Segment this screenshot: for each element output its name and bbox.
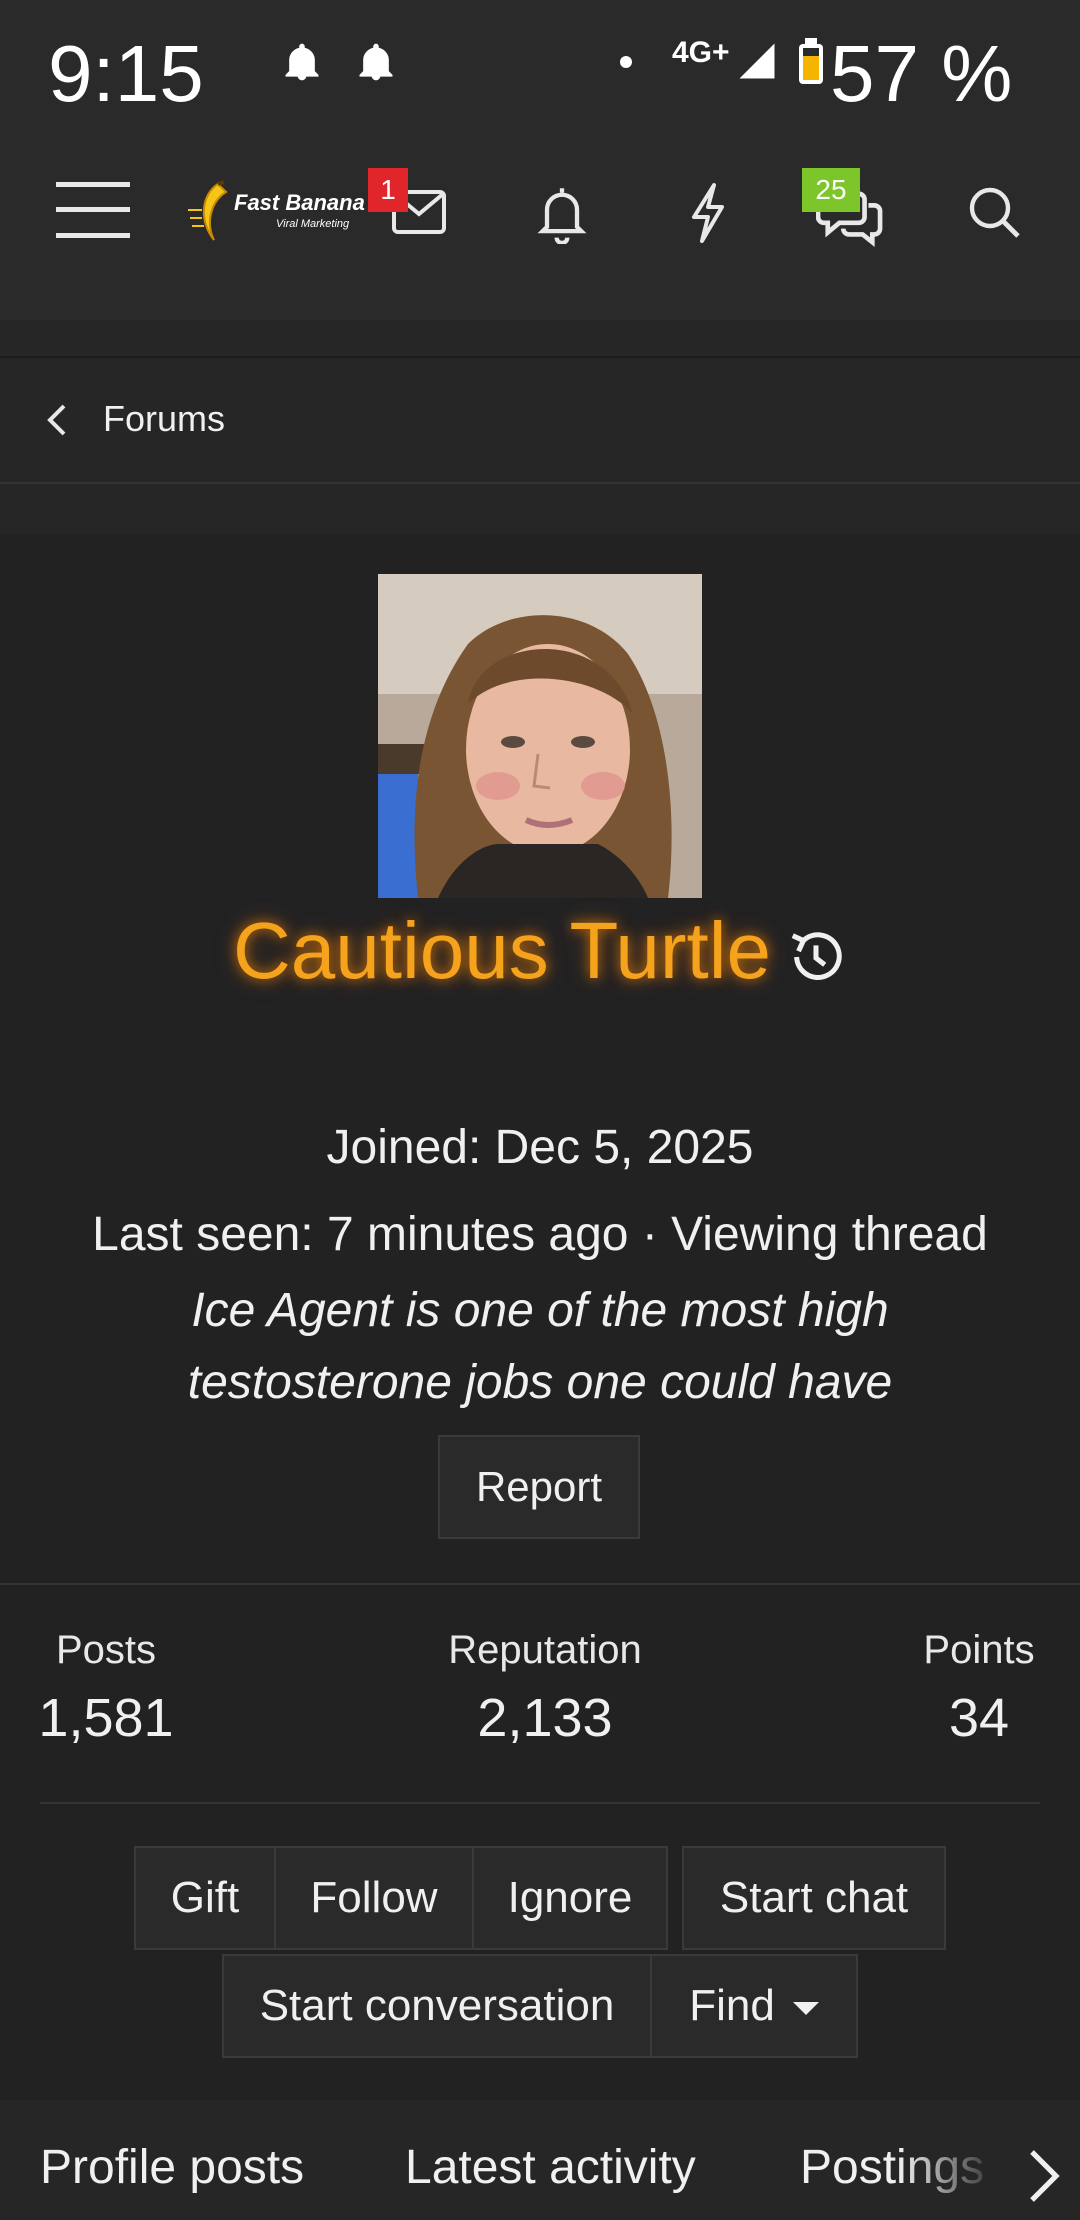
chevron-left-icon [47,404,66,436]
follow-button[interactable]: Follow [274,1846,474,1950]
ignore-button[interactable]: Ignore [472,1846,668,1950]
report-button[interactable]: Report [438,1435,640,1539]
tab-profile-posts[interactable]: Profile posts [40,2140,304,2195]
breadcrumb-forums[interactable]: Forums [103,398,225,440]
last-seen: Last seen: 7 minutes ago · Viewing threa… [92,1208,988,1261]
start-conversation-button[interactable]: Start conversation [222,1954,652,2058]
divider [0,1583,1080,1585]
find-dropdown[interactable]: Find [650,1954,858,2058]
stat-label: Reputation [448,1628,642,1672]
stat-points[interactable]: Points 34 [900,1628,1058,1749]
profile-tabs: Profile posts Latest activity Postings [0,2100,1080,2220]
network-type: 4G+ [672,36,730,69]
logo-subtext: Viral Marketing [276,218,350,230]
chevron-right-icon[interactable] [1026,2148,1062,2204]
stat-label: Posts [55,1628,157,1672]
notification-bell-icon [285,43,319,81]
caret-down-icon [792,2001,819,2015]
section-separator [0,484,1080,534]
battery-icon [799,38,823,84]
stat-label: Points [923,1628,1035,1672]
username-text: Cautious Turtle [232,906,772,995]
history-icon[interactable] [785,926,847,988]
signal-icon [739,43,775,79]
username: Cautious Turtle [0,905,1080,997]
stat-value: 1,581 [38,1688,174,1748]
joined-date: Joined: Dec 5, 2025 [326,1121,754,1174]
stat-posts[interactable]: Posts 1,581 [30,1628,182,1749]
lightning-icon[interactable] [688,182,728,244]
dot-indicator [620,56,632,68]
bell-icon[interactable] [536,184,588,244]
status-time: 9:15 [48,34,204,108]
menu-icon[interactable] [56,180,130,240]
logo-text: Fast Banana [234,190,365,215]
battery-percent: 57 % [830,34,1013,108]
nav-separator [0,320,1080,358]
site-logo[interactable]: Fast Banana Viral Marketing [188,180,365,246]
chat-badge: 25 [802,168,860,212]
top-navbar: Fast Banana Viral Marketing 1 25 [0,128,1080,320]
banana-logo-icon [188,180,228,241]
tab-latest-activity[interactable]: Latest activity [405,2140,696,2195]
divider [40,1802,1040,1804]
find-label: Find [689,1981,775,2030]
notification-bell-icon [359,43,393,81]
breadcrumb[interactable]: Forums [0,358,1080,484]
start-chat-button[interactable]: Start chat [682,1846,946,1950]
avatar-image [378,574,702,898]
avatar[interactable] [378,574,702,898]
stat-value: 2,133 [477,1688,613,1748]
inbox-badge: 1 [368,168,408,212]
stat-value: 34 [948,1688,1010,1748]
status-bar: 9:15 4G+ 57 % [0,0,1080,128]
inbox-button[interactable]: 1 [368,168,458,258]
stat-reputation[interactable]: Reputation 2,133 [420,1628,670,1749]
gift-button[interactable]: Gift [134,1846,276,1950]
search-icon[interactable] [966,184,1022,240]
chat-button[interactable]: 25 [802,168,892,258]
custom-title: Ice Agent is one of the most high testos… [187,1284,893,1409]
